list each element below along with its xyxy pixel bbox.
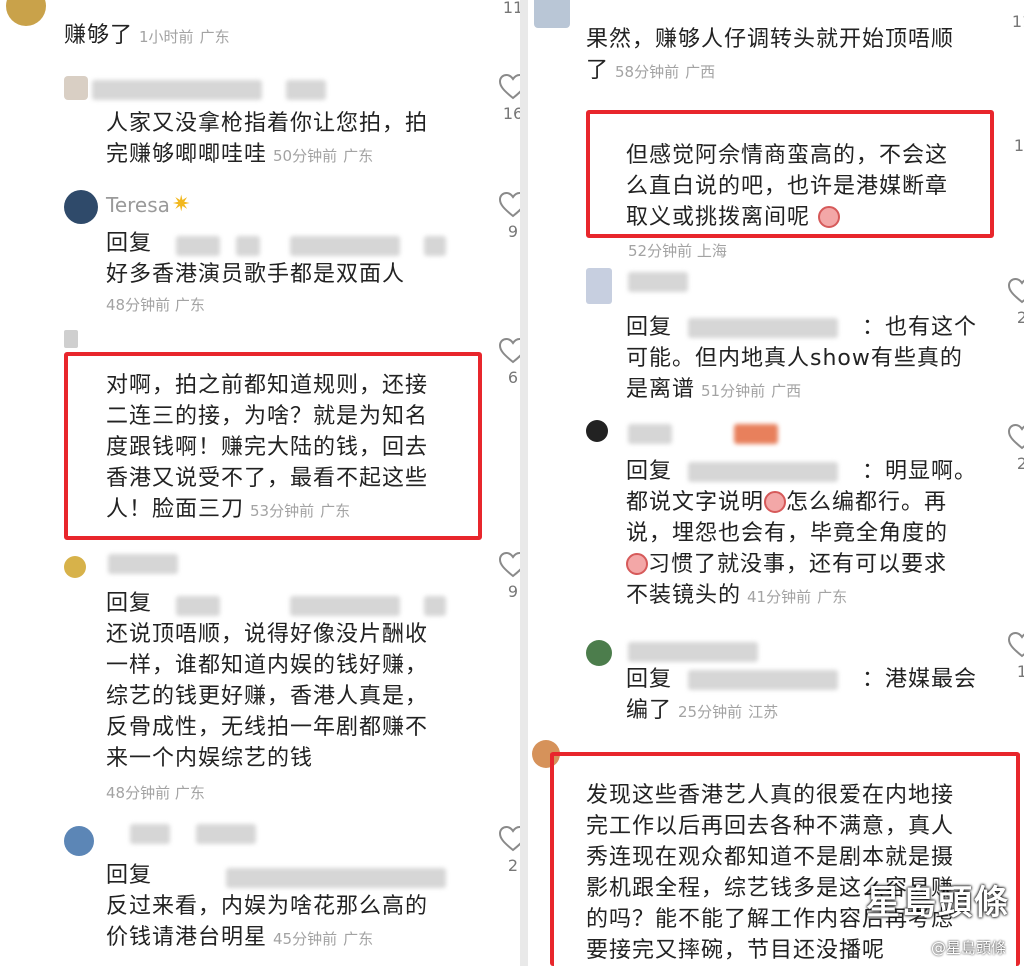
like-count: 6 — [507, 368, 519, 387]
comment-time: 58分钟前 — [615, 63, 680, 81]
username-blurred — [628, 424, 672, 444]
like-button[interactable]: 16 — [493, 74, 520, 123]
reply-target-blurred — [688, 670, 838, 690]
username-blurred — [92, 80, 262, 100]
like-button[interactable]: 2 — [1002, 278, 1024, 327]
comment-time: 51分钟前 — [701, 382, 766, 400]
comment-location: 江苏 — [748, 703, 779, 721]
like-count-top: 11 — [493, 0, 520, 17]
comment-location: 广西 — [771, 382, 802, 400]
reply-target-blurred — [176, 236, 220, 256]
reply-target-blurred — [290, 596, 400, 616]
avatar[interactable] — [534, 0, 570, 28]
username[interactable]: Teresa — [106, 193, 170, 217]
reply-target-blurred — [226, 868, 446, 888]
username-blurred — [628, 272, 688, 292]
comment-text: 赚够了 1小时前 广东 — [64, 23, 230, 48]
heart-icon — [499, 338, 520, 364]
avatar[interactable] — [586, 268, 612, 304]
heart-icon — [1008, 278, 1024, 304]
watermark-handle: @星島頭條 — [930, 939, 1006, 957]
watermark-logo: 星島頭條 — [866, 883, 1010, 923]
like-count: 16 — [502, 104, 520, 123]
like-button[interactable]: 2 — [1002, 424, 1024, 473]
username-blurred — [130, 824, 170, 844]
comment-location: 广东 — [343, 147, 374, 165]
avatar[interactable] — [64, 76, 88, 100]
heart-icon — [499, 826, 520, 852]
username-blurred — [628, 642, 758, 662]
comment-location: 广东 — [320, 502, 351, 520]
comment-time: 41分钟前 — [747, 588, 812, 606]
heart-icon — [499, 192, 520, 218]
like-button[interactable]: 1 — [1002, 632, 1024, 681]
comment-text: 人家又没拿枪指着你让您拍，拍 完赚够唧唧哇哇 50分钟前 广东 — [106, 111, 429, 167]
like-count: 1 — [1016, 662, 1024, 681]
star-icon: ✷ — [172, 192, 191, 217]
right-comment-column: 果然，赚够人仔调转头就开始顶唔顺 了58分钟前广西 11 但感觉阿佘情商蛮高的，… — [528, 0, 1024, 966]
comment-meta: 52分钟前 上海 — [628, 242, 727, 260]
comment-time: 45分钟前 — [273, 930, 338, 948]
like-button[interactable]: 6 — [493, 338, 520, 387]
reply-target-blurred — [688, 462, 838, 482]
emoji-icon — [818, 206, 841, 228]
reply-target-blurred — [424, 236, 446, 256]
username-blurred — [108, 554, 178, 574]
comment-text: 但感觉阿佘情商蛮高的，不会这 么直白说的吧，也许是港媒断章 取义或挑拨离间呢 — [626, 143, 949, 230]
comment-text: 回复 好多香港演员歌手都是双面人 — [106, 231, 406, 287]
like-count: 11 — [502, 0, 520, 17]
heart-icon — [1008, 632, 1024, 658]
heart-icon — [499, 74, 520, 100]
username-blurred — [734, 424, 778, 444]
username-blurred — [196, 824, 256, 844]
comment-location: 广东 — [817, 588, 848, 606]
avatar[interactable] — [64, 330, 78, 348]
comment-text: 对啊，拍之前都知道规则，还接 二连三的接，为啥？就是为知名 度跟钱啊！赚完大陆的… — [106, 373, 429, 522]
like-count: 2 — [1016, 454, 1024, 473]
comment-location: 广西 — [685, 63, 716, 81]
like-button[interactable]: 9 — [493, 192, 520, 241]
like-count: 9 — [507, 582, 519, 601]
reply-target-blurred — [176, 596, 220, 616]
left-comment-column: 赚够了 1小时前 广东 人家又没拿枪指着你让您拍，拍 完赚够唧唧哇哇 50分钟前 广东 … — [0, 0, 520, 966]
heart-icon — [1008, 424, 1024, 450]
comment-time: 50分钟前 — [273, 147, 338, 165]
avatar[interactable] — [586, 420, 608, 442]
avatar[interactable] — [64, 556, 86, 578]
emoji-icon — [764, 491, 787, 513]
reply-target-blurred — [424, 596, 446, 616]
reply-target-blurred — [236, 236, 260, 256]
like-count: 2 — [507, 856, 519, 875]
username-blurred — [286, 80, 326, 100]
like-count-side: 13 — [1004, 132, 1024, 155]
reply-target-blurred — [688, 318, 838, 338]
heart-icon — [499, 552, 520, 578]
like-count: 2 — [1016, 308, 1024, 327]
avatar[interactable] — [64, 190, 98, 224]
like-button[interactable]: 2 — [493, 826, 520, 875]
comment-location: 广东 — [343, 930, 374, 948]
emoji-icon — [626, 553, 648, 575]
like-button[interactable]: 9 — [493, 552, 520, 601]
like-count: 9 — [507, 222, 519, 241]
avatar[interactable] — [64, 826, 94, 856]
like-count: 11 — [1011, 12, 1024, 31]
comment-time: 53分钟前 — [250, 502, 315, 520]
column-divider — [520, 0, 528, 966]
reply-target-blurred — [290, 236, 400, 256]
comment-location: 广东 — [199, 28, 230, 46]
avatar[interactable] — [6, 0, 46, 26]
avatar[interactable] — [586, 640, 612, 666]
comment-text: 果然，赚够人仔调转头就开始顶唔顺 了 58分钟前 广西 — [586, 27, 955, 83]
comment-meta: 48分钟前 广东 — [106, 296, 205, 314]
comment-time: 25分钟前 — [678, 703, 743, 721]
comment-time: 1小时前 — [139, 28, 194, 46]
like-count: 13 — [1013, 136, 1024, 155]
comment-meta: 48分钟前 广东 — [106, 784, 205, 802]
like-count-top: 11 — [1002, 8, 1024, 31]
